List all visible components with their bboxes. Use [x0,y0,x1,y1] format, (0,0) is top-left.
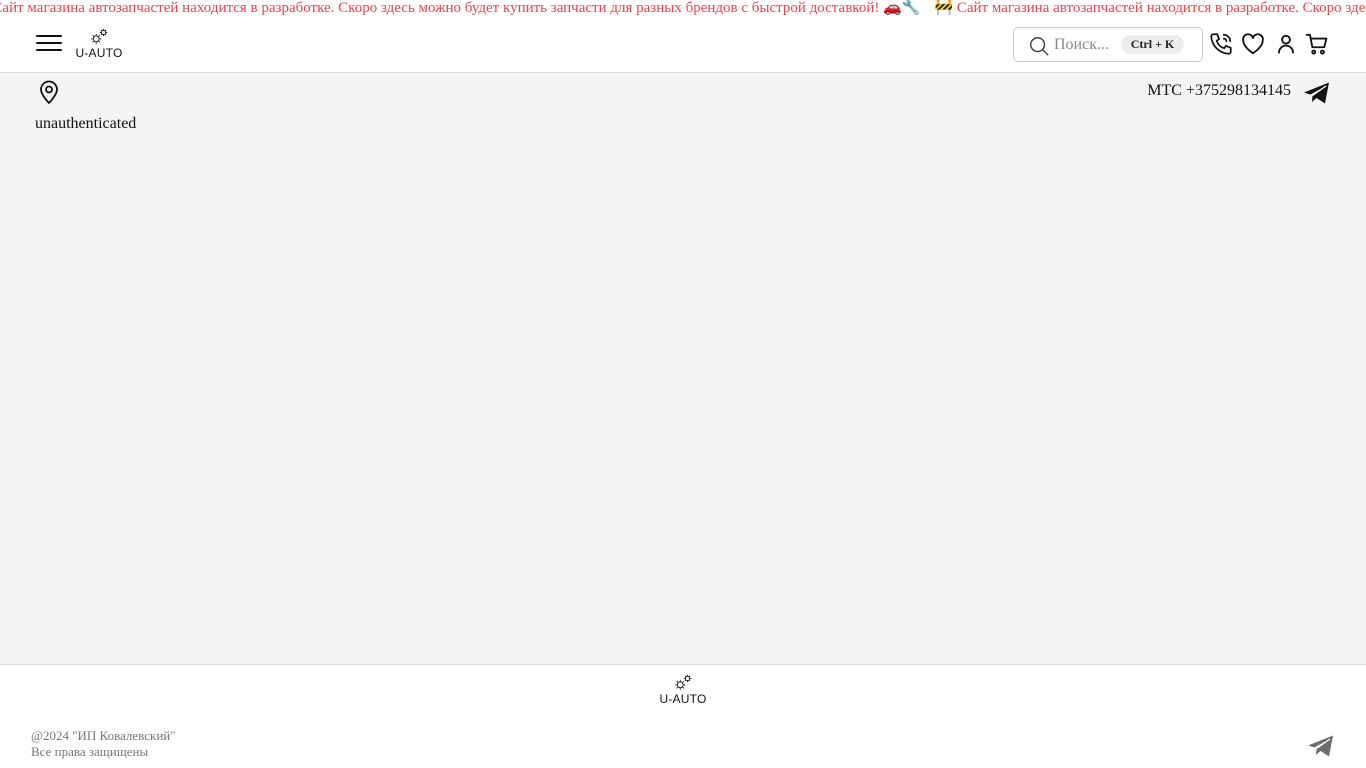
user-icon [1278,34,1294,54]
search-input[interactable] [1054,34,1126,56]
phone-icon [1210,33,1232,55]
phone-button[interactable] [1208,31,1234,57]
logo-text: U-AUTO [75,46,123,60]
announcement-banner: 🚧 Сайт магазина автозапчастей находится … [0,0,1366,17]
copyright-text: @2024 "ИП Ковалевский" [31,728,176,743]
phone-number-link[interactable]: МТС +375298134145 [1147,82,1291,100]
footer-logo[interactable]: U-AUTO [656,673,710,709]
telegram-icon[interactable] [1302,79,1332,107]
menu-icon-line [36,49,62,51]
cart-icon [1305,33,1328,55]
menu-icon-line [36,42,62,44]
search-shortcut-badge: Ctrl + K [1121,35,1184,54]
rights-text: Все права защищены [31,744,149,759]
announcement-track: 🚧 Сайт магазина автозапчастей находится … [0,0,1366,17]
menu-icon-line [36,35,62,37]
menu-button[interactable] [36,31,62,55]
cart-button[interactable] [1304,31,1330,57]
favorites-button[interactable] [1240,31,1266,57]
footer-logo-text: U-AUTO [659,692,707,706]
page-footer: U-AUTO @2024 "ИП Ковалевский" Все права … [0,664,1366,768]
search-box[interactable]: Ctrl + K [1013,27,1203,62]
telegram-icon[interactable] [1305,732,1337,760]
top-header: U-AUTO Ctrl + K [0,17,1366,73]
copyright-block: @2024 "ИП Ковалевский" Все права защищен… [31,728,176,760]
auth-status-text: unauthenticated [35,115,137,132]
gears-logo-icon [91,28,108,44]
account-button[interactable] [1273,31,1299,57]
search-icon [1030,37,1049,56]
header-logo[interactable]: U-AUTO [74,27,124,63]
info-row: unauthenticated МТС +375298134145 [0,73,1366,143]
gears-logo-icon [675,674,692,690]
heart-icon [1242,33,1264,55]
announcement-text: 🚧 Сайт магазина автозапчастей находится … [0,0,921,16]
location-pin-icon[interactable] [37,79,61,105]
announcement-text: 🚧 Сайт магазина автозапчастей находится … [934,0,1366,16]
